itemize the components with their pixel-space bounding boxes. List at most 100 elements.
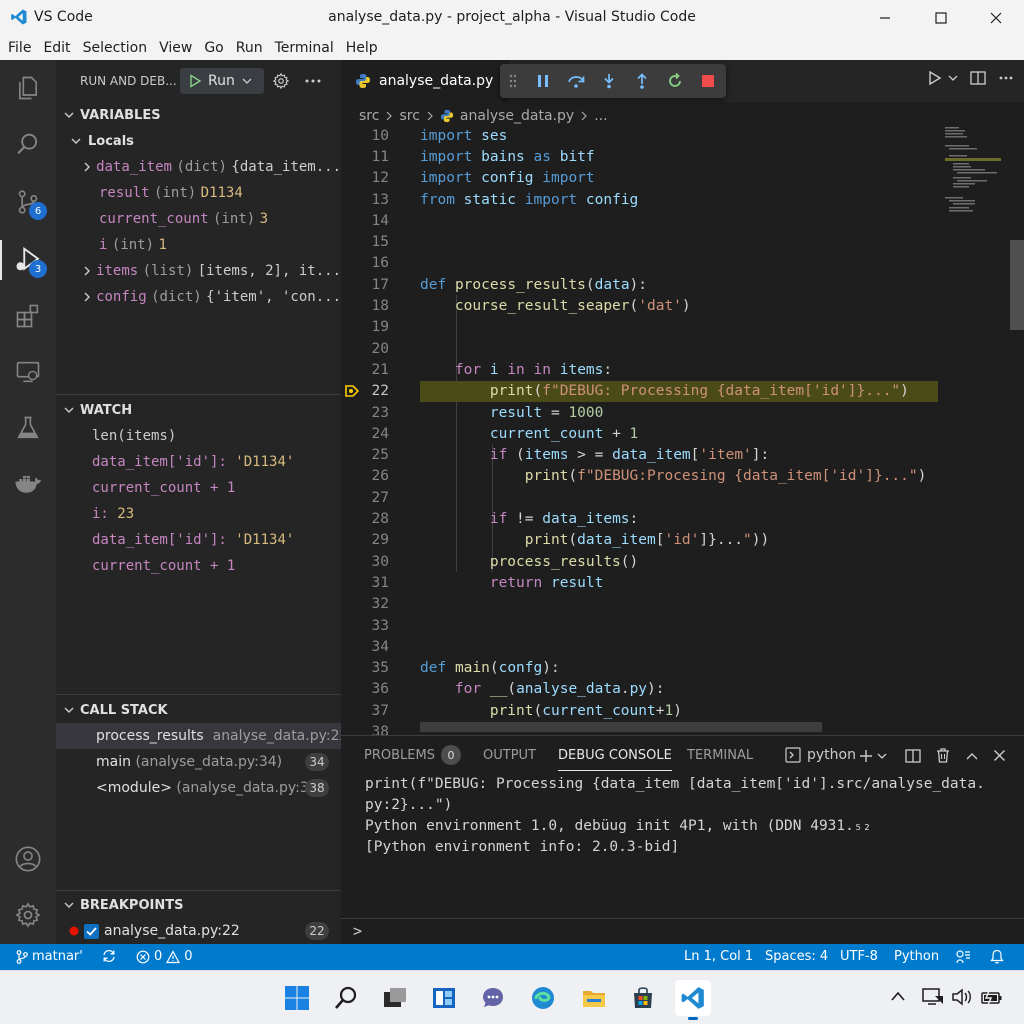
- activity-search[interactable]: [0, 120, 56, 168]
- menu-help[interactable]: Help: [342, 40, 386, 56]
- code-line[interactable]: 27: [341, 487, 941, 508]
- code-line[interactable]: 15: [341, 232, 941, 253]
- menu-go[interactable]: Go: [200, 40, 231, 56]
- code-line-current[interactable]: 22 print(f"DEBUG: Processing {data_item[…: [341, 380, 941, 402]
- watch-item[interactable]: i: 23: [56, 501, 341, 527]
- breakpoint-current-arrow-icon[interactable]: [345, 384, 359, 398]
- close-button[interactable]: [973, 0, 1019, 36]
- call-stack-section-header[interactable]: CALL STACK: [56, 697, 341, 723]
- code-line[interactable]: 26 print(f"DEBUG:Procesing {data_item['i…: [341, 466, 941, 487]
- watch-item[interactable]: current_count + 1: [56, 553, 341, 579]
- feedback-button[interactable]: [955, 949, 971, 965]
- code-line[interactable]: 33: [341, 615, 941, 636]
- watch-item[interactable]: data_item['id']: 'D1134': [56, 527, 341, 553]
- code-line[interactable]: 37 print(current_count+1): [341, 700, 941, 721]
- code-line[interactable]: 23 result = 1000: [341, 402, 941, 423]
- breakpoint-checkbox[interactable]: [84, 923, 104, 939]
- code-line[interactable]: 18 course_result_seaper('dat'): [341, 295, 941, 316]
- breakpoints-section-header[interactable]: BREAKPOINTS: [56, 892, 341, 918]
- minimap[interactable]: [941, 125, 1007, 735]
- problems-indicator[interactable]: 0 0: [136, 949, 193, 964]
- close-panel-button[interactable]: [993, 749, 1006, 762]
- run-file-button[interactable]: [928, 70, 958, 86]
- taskbar-file-explorer[interactable]: [576, 980, 612, 1016]
- code-line[interactable]: 28 if != data_items:: [341, 508, 941, 529]
- menu-terminal[interactable]: Terminal: [271, 40, 342, 56]
- taskbar-vscode[interactable]: [675, 980, 711, 1020]
- launch-settings-gear-icon[interactable]: [272, 72, 290, 90]
- code-line[interactable]: 13 from static import config: [341, 189, 941, 210]
- taskbar-edge[interactable]: [525, 980, 561, 1016]
- code-line[interactable]: 31 return result: [341, 572, 941, 593]
- taskbar-widgets[interactable]: [426, 980, 462, 1016]
- new-terminal-button[interactable]: [859, 749, 887, 763]
- activity-testing[interactable]: [0, 404, 56, 452]
- code-line[interactable]: 19: [341, 317, 941, 338]
- run-button[interactable]: Run: [180, 68, 264, 94]
- code-line[interactable]: 35 def main(confg):: [341, 658, 941, 679]
- locals-scope[interactable]: Locals: [56, 128, 341, 154]
- activity-run-debug[interactable]: 3: [0, 236, 56, 284]
- variables-section-header[interactable]: VARIABLES: [56, 102, 341, 128]
- minimize-button[interactable]: [862, 0, 908, 36]
- taskbar-search[interactable]: [328, 980, 364, 1016]
- vertical-scrollbar[interactable]: [1010, 240, 1024, 330]
- breadcrumb-item[interactable]: src: [359, 108, 379, 124]
- activity-accounts[interactable]: [0, 835, 56, 883]
- code-line[interactable]: 30 process_results(): [341, 551, 941, 572]
- menu-edit[interactable]: Edit: [39, 40, 78, 56]
- variable-row[interactable]: i (int) 1: [56, 232, 341, 258]
- split-editor-button[interactable]: [970, 70, 986, 86]
- code-line[interactable]: 20: [341, 338, 941, 359]
- code-line[interactable]: 11 import bains as bitf: [341, 146, 941, 167]
- branch-indicator[interactable]: matnar': [16, 949, 83, 964]
- debug-step-into-button[interactable]: [592, 64, 625, 98]
- debug-step-out-button[interactable]: [625, 64, 658, 98]
- indentation[interactable]: Spaces: 4: [765, 949, 828, 964]
- code-line[interactable]: 21 for i in in items:: [341, 359, 941, 380]
- tab-terminal[interactable]: TERMINAL: [687, 748, 753, 763]
- debug-step-over-button[interactable]: [559, 64, 592, 98]
- code-line[interactable]: 34: [341, 636, 941, 657]
- code-line[interactable]: 32: [341, 594, 941, 615]
- horizontal-scrollbar[interactable]: [420, 722, 822, 732]
- taskbar-start[interactable]: [279, 980, 315, 1016]
- variable-row[interactable]: result (int) D1134: [56, 180, 341, 206]
- debug-console-input[interactable]: >: [341, 918, 1024, 944]
- code-line[interactable]: 16: [341, 253, 941, 274]
- maximize-panel-button[interactable]: [965, 749, 979, 763]
- more-actions-icon[interactable]: [304, 72, 322, 90]
- watch-item[interactable]: data_item['id']: 'D1134': [56, 449, 341, 475]
- menu-selection[interactable]: Selection: [79, 40, 156, 56]
- clear-console-button[interactable]: [935, 747, 951, 763]
- encoding[interactable]: UTF-8: [840, 949, 878, 964]
- tray-volume[interactable]: [951, 987, 973, 1007]
- variable-row[interactable]: current_count (int) 3: [56, 206, 341, 232]
- code-line[interactable]: 14: [341, 210, 941, 231]
- activity-source-control[interactable]: 6: [0, 178, 56, 226]
- stack-frame[interactable]: <module> (analyse_data.py:3 38: [56, 775, 341, 801]
- stack-frame[interactable]: process_results analyse_data.py:22: [56, 723, 341, 749]
- code-line[interactable]: 12 import config import: [341, 168, 941, 189]
- code-line[interactable]: 17 def process_results(data):: [341, 274, 941, 295]
- tab-problems[interactable]: PROBLEMS 0: [364, 745, 461, 765]
- taskbar-store[interactable]: [625, 980, 661, 1016]
- more-actions-button[interactable]: [998, 70, 1014, 86]
- code-line[interactable]: 36 for __(analyse_data.py):: [341, 679, 941, 700]
- debug-pause-button[interactable]: [526, 64, 559, 98]
- watch-section-header[interactable]: WATCH: [56, 397, 341, 423]
- debug-restart-button[interactable]: [658, 64, 691, 98]
- language-mode[interactable]: Python: [894, 949, 939, 964]
- debug-stop-button[interactable]: [691, 64, 724, 98]
- activity-extensions[interactable]: [0, 292, 56, 340]
- stack-frame[interactable]: main (analyse_data.py:34) 34: [56, 749, 341, 775]
- watch-item[interactable]: current_count + 1: [56, 475, 341, 501]
- terminal-select[interactable]: python: [785, 747, 856, 763]
- debug-toolbar-drag-handle[interactable]: [500, 64, 526, 98]
- taskbar-chat[interactable]: [475, 980, 511, 1016]
- tab-output[interactable]: OUTPUT: [483, 748, 536, 763]
- sync-button[interactable]: [102, 949, 116, 963]
- split-panel-button[interactable]: [905, 748, 921, 764]
- code-line[interactable]: 29 print(data_item['id']}...")): [341, 530, 941, 551]
- taskbar-task-view[interactable]: [377, 980, 413, 1016]
